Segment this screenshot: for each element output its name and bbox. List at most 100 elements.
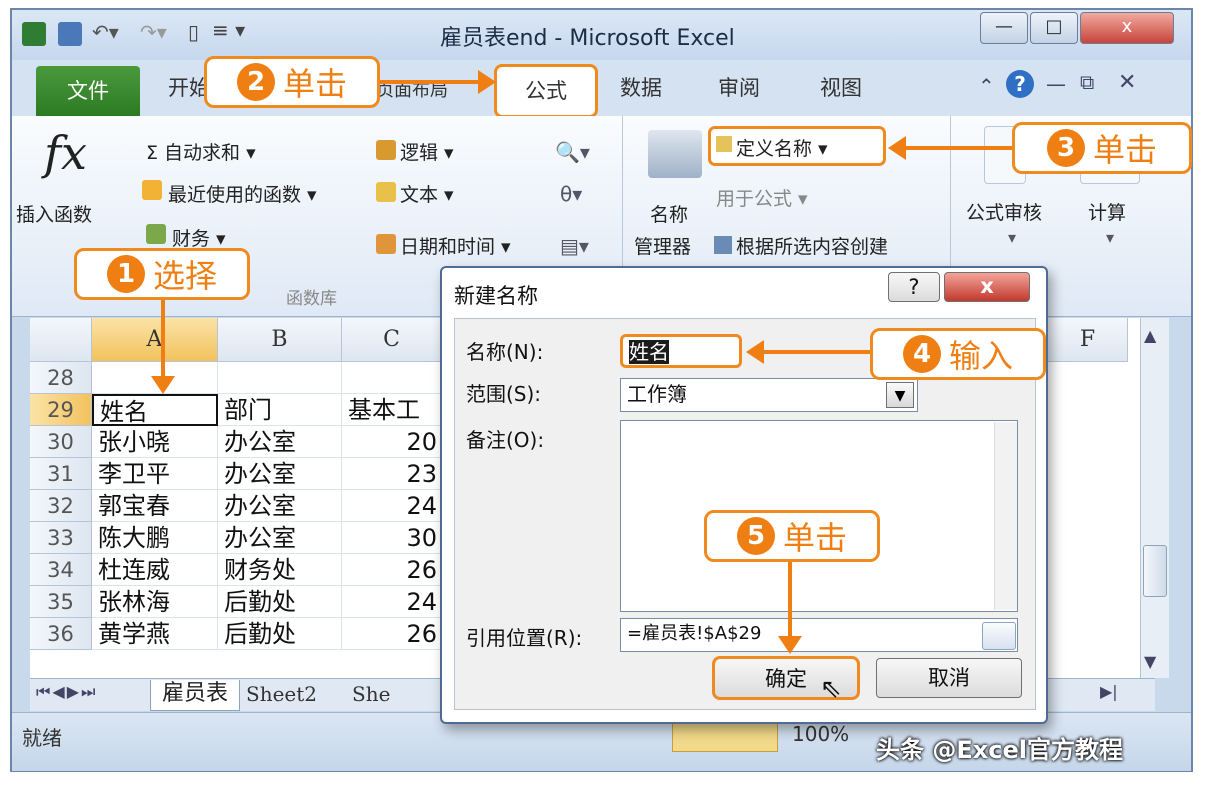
more-functions-icon[interactable]: ▤▾ xyxy=(560,234,589,258)
row-header[interactable]: 32 xyxy=(30,490,92,522)
close-button[interactable]: x xyxy=(1080,12,1174,44)
cell-a[interactable]: 张林海 xyxy=(92,586,218,618)
quick-access-more-icon[interactable]: ≡ ▾ xyxy=(212,18,245,42)
column-header-c[interactable]: C xyxy=(342,318,442,362)
financial-button[interactable]: 财务 ▾ xyxy=(172,224,226,251)
help-icon[interactable]: ? xyxy=(1006,70,1034,98)
datetime-button[interactable]: 日期和时间 ▾ xyxy=(400,232,511,259)
cell-c[interactable]: 26 xyxy=(342,554,442,586)
cell-b[interactable]: 后勤处 xyxy=(218,586,342,618)
cancel-button[interactable]: 取消 xyxy=(876,658,1022,698)
row-header[interactable]: 33 xyxy=(30,522,92,554)
dialog-close-button[interactable]: x xyxy=(944,272,1030,302)
math-icon[interactable]: θ▾ xyxy=(560,182,582,206)
doc-close-icon[interactable]: ✕ xyxy=(1118,70,1136,95)
collapse-dialog-icon[interactable] xyxy=(982,622,1016,650)
dialog-help-button[interactable]: ? xyxy=(888,272,940,302)
row-header[interactable]: 36 xyxy=(30,618,92,650)
cell-a[interactable]: 郭宝春 xyxy=(92,490,218,522)
logical-button[interactable]: 逻辑 ▾ xyxy=(400,138,454,165)
cell-c[interactable]: 23 xyxy=(342,458,442,490)
create-from-selection-button[interactable]: 根据所选内容创建 xyxy=(736,232,888,259)
cell-a[interactable]: 杜连威 xyxy=(92,554,218,586)
excel-app-icon[interactable] xyxy=(22,22,46,46)
calculation-button[interactable]: 计算 xyxy=(1088,198,1126,225)
text-button[interactable]: 文本 ▾ xyxy=(400,180,454,207)
row-header[interactable]: 29 xyxy=(30,394,92,426)
scroll-down-icon[interactable]: ▼ xyxy=(1144,652,1156,671)
insert-function-button[interactable]: 插入函数 xyxy=(16,200,92,227)
cell-b[interactable]: 办公室 xyxy=(218,490,342,522)
name-manager-label-2[interactable]: 管理器 xyxy=(634,232,691,259)
sheet-tab-3[interactable]: She xyxy=(352,682,390,706)
cell-a[interactable]: 黄学燕 xyxy=(92,618,218,650)
cell-b[interactable]: 办公室 xyxy=(218,426,342,458)
cell-c[interactable]: 30 xyxy=(342,522,442,554)
lookup-icon[interactable]: 🔍▾ xyxy=(555,140,590,164)
cell-a[interactable]: 张小晓 xyxy=(92,426,218,458)
tab-formulas[interactable]: 公式 xyxy=(494,64,598,118)
callout-2-text: 单击 xyxy=(282,65,347,103)
cell-c[interactable]: 26 xyxy=(342,618,442,650)
name-input[interactable]: 姓名 xyxy=(620,334,742,368)
doc-minimize-icon[interactable]: — xyxy=(1046,72,1066,96)
save-icon[interactable] xyxy=(58,22,82,46)
cell-b[interactable]: 部门 xyxy=(218,394,342,426)
cell-b[interactable]: 办公室 xyxy=(218,458,342,490)
function-icon: fx xyxy=(44,126,87,180)
scroll-thumb[interactable] xyxy=(1143,545,1167,597)
minimize-ribbon-icon[interactable]: ⌃ xyxy=(978,74,995,98)
new-document-icon[interactable]: ▯ xyxy=(188,20,199,44)
vertical-scrollbar[interactable] xyxy=(1140,318,1169,678)
formula-auditing-dropdown-icon[interactable]: ▾ xyxy=(1008,228,1016,247)
column-header-a[interactable]: A xyxy=(92,318,218,362)
cell-b[interactable] xyxy=(218,362,342,394)
define-name-button[interactable]: 定义名称 ▾ xyxy=(736,134,828,161)
row-header[interactable]: 31 xyxy=(30,458,92,490)
zoom-level[interactable]: 100% xyxy=(792,722,849,746)
maximize-button[interactable]: □ xyxy=(1030,12,1078,44)
select-all-corner[interactable] xyxy=(30,318,92,362)
cell-c[interactable]: 20 xyxy=(342,426,442,458)
use-in-formula-button[interactable]: 用于公式 ▾ xyxy=(716,184,808,211)
row-header[interactable]: 30 xyxy=(30,426,92,458)
redo-icon[interactable]: ↷▾ xyxy=(140,20,167,44)
recent-functions-button[interactable]: 最近使用的函数 ▾ xyxy=(168,180,317,207)
row-header[interactable]: 34 xyxy=(30,554,92,586)
cell-c[interactable]: 24 xyxy=(342,490,442,522)
cell-b[interactable]: 财务处 xyxy=(218,554,342,586)
sheet-tab-2[interactable]: Sheet2 xyxy=(246,682,317,706)
sheet-tab-active[interactable]: 雇员表 xyxy=(150,680,240,711)
cell-a[interactable]: 李卫平 xyxy=(92,458,218,490)
cell-c[interactable]: 24 xyxy=(342,586,442,618)
calculation-dropdown-icon[interactable]: ▾ xyxy=(1106,228,1114,247)
comment-scrollbar[interactable] xyxy=(994,422,1017,610)
sheet-nav-icons[interactable]: ⏮◀▶⏭ xyxy=(36,682,97,702)
cell-c[interactable] xyxy=(342,362,442,394)
cell-a[interactable]: 姓名 xyxy=(92,394,218,426)
undo-icon[interactable]: ↶▾ xyxy=(92,20,119,44)
cell-b[interactable]: 后勤处 xyxy=(218,618,342,650)
hscroll-right-icon[interactable]: ▶| xyxy=(1100,682,1118,701)
tab-data[interactable]: 数据 xyxy=(620,72,662,102)
minimize-button[interactable]: — xyxy=(980,12,1028,44)
column-header-b[interactable]: B xyxy=(218,318,342,362)
tab-view[interactable]: 视图 xyxy=(820,72,862,102)
row-header[interactable]: 28 xyxy=(30,362,92,394)
scope-dropdown-icon[interactable]: ▼ xyxy=(886,382,914,408)
scope-select[interactable]: 工作簿 xyxy=(620,378,918,412)
scroll-up-icon[interactable]: ▲ xyxy=(1144,326,1156,345)
name-manager-label[interactable]: 名称 xyxy=(650,200,688,227)
formula-auditing-button[interactable]: 公式审核 xyxy=(966,198,1042,225)
cell-a[interactable]: 陈大鹏 xyxy=(92,522,218,554)
view-buttons[interactable] xyxy=(672,720,778,752)
refers-to-input[interactable]: =雇员表!$A$29 xyxy=(620,618,1018,652)
row-header[interactable]: 35 xyxy=(30,586,92,618)
cell-c[interactable]: 基本工 xyxy=(342,394,442,426)
autosum-button[interactable]: Σ 自动求和 ▾ xyxy=(146,138,256,165)
column-header-f[interactable]: F xyxy=(1048,318,1128,362)
tab-file[interactable]: 文件 xyxy=(36,66,140,116)
tab-review[interactable]: 审阅 xyxy=(718,72,760,102)
cell-b[interactable]: 办公室 xyxy=(218,522,342,554)
doc-restore-icon[interactable]: ⧉ xyxy=(1080,70,1094,94)
